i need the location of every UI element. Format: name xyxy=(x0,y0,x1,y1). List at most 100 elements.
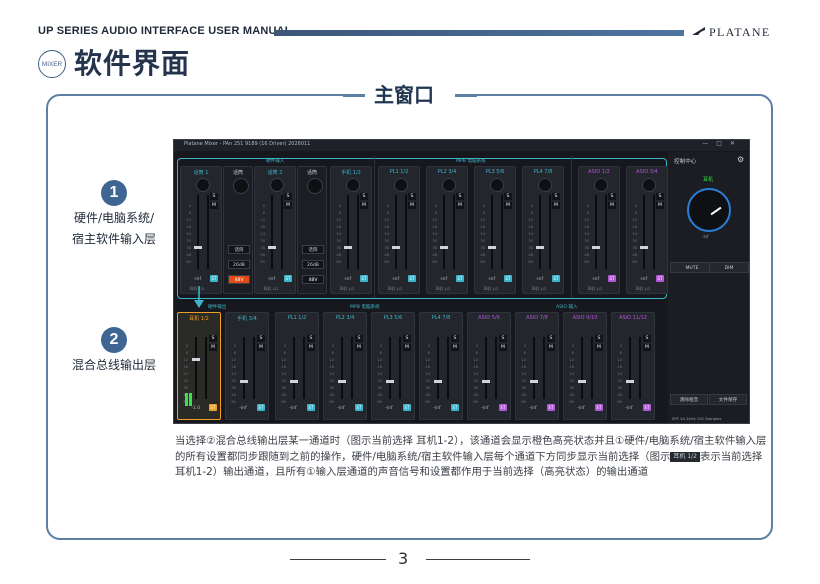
solo-button[interactable]: S xyxy=(355,334,363,342)
stereo-link-button[interactable]: ST xyxy=(547,403,555,411)
mic-gain-knob[interactable] xyxy=(233,178,249,194)
phantom-48v-button[interactable]: 48V xyxy=(302,275,324,284)
solo-button[interactable]: S xyxy=(284,192,292,200)
fader-handle[interactable] xyxy=(529,379,538,383)
stereo-link-button[interactable]: ST xyxy=(403,403,411,411)
solo-button[interactable]: S xyxy=(547,334,555,342)
mute-button[interactable]: M xyxy=(307,343,315,351)
channel-strip[interactable]: 耳机 1/20612182430364860SM-1.0ST xyxy=(177,312,221,420)
channel-strip[interactable]: PL1 1/2 0 6 12 18 24 30 36 48 60 S M -inf ST xyxy=(275,312,319,420)
channel-strip[interactable]: PL3 5/6 0 6 12 18 24 30 36 48 60 S M -inf ST xyxy=(371,312,415,420)
solo-button[interactable]: S xyxy=(451,334,459,342)
channel-strip[interactable]: ASIO 11/12 0 6 12 18 24 30 36 48 60 S M -inf ST xyxy=(611,312,655,420)
gain-26db-button[interactable]: 26dB xyxy=(228,260,250,269)
fader-handle[interactable] xyxy=(625,379,634,383)
fader-handle[interactable] xyxy=(239,379,248,383)
mute-button[interactable]: M xyxy=(355,343,363,351)
stereo-link-button[interactable]: ST xyxy=(451,403,459,411)
channel-strip[interactable]: 手机 1/2 0 6 12 18 24 30 36 48 60 S M -inf ST 耳机 1/2 xyxy=(330,166,372,294)
mute-button[interactable]: M xyxy=(408,201,416,209)
channel-strip[interactable]: 话筒 2 0 6 12 18 24 30 36 48 60 S M -inf ST 耳机 1/2 xyxy=(254,166,296,294)
mic-gain-knob[interactable] xyxy=(307,178,323,194)
gain-knob[interactable] xyxy=(442,178,456,192)
solo-button[interactable]: S xyxy=(499,334,507,342)
channel-strip[interactable]: PL3 5/6 0 6 12 18 24 30 36 48 60 S M -inf ST 耳机 1/2 xyxy=(474,166,516,294)
solo-button[interactable]: S xyxy=(643,334,651,342)
fader-handle[interactable] xyxy=(289,379,298,383)
mute-button[interactable]: M xyxy=(360,201,368,209)
fader-handle[interactable] xyxy=(439,246,448,250)
channel-strip[interactable]: ASIO 1/2 0 6 12 18 24 30 36 48 60 S M -inf ST 耳机 1/2 xyxy=(578,166,620,294)
solo-button[interactable]: S xyxy=(307,334,315,342)
phantom-48v-button[interactable]: 48V xyxy=(228,275,250,284)
solo-button[interactable]: S xyxy=(656,192,664,200)
fader-handle[interactable] xyxy=(535,246,544,250)
solo-button[interactable]: S xyxy=(210,192,218,200)
solo-button[interactable]: S xyxy=(360,192,368,200)
stereo-link-button[interactable]: ST xyxy=(456,274,464,282)
solo-button[interactable]: S xyxy=(608,192,616,200)
channel-strip[interactable]: PL1 1/2 0 6 12 18 24 30 36 48 60 S M -inf ST 耳机 1/2 xyxy=(378,166,420,294)
mute-button[interactable]: M xyxy=(643,343,651,351)
channel-strip[interactable]: ASIO 3/4 0 6 12 18 24 30 36 48 60 S M -inf ST 耳机 1/2 xyxy=(626,166,668,294)
fader-handle[interactable] xyxy=(639,246,648,250)
mute-button[interactable]: M xyxy=(456,201,464,209)
mute-button[interactable]: M xyxy=(209,343,217,351)
mute-button[interactable]: M xyxy=(403,343,411,351)
fader-handle[interactable] xyxy=(391,246,400,250)
fader-handle[interactable] xyxy=(591,246,600,250)
fader-handle[interactable] xyxy=(481,379,490,383)
mute-button[interactable]: M xyxy=(257,343,265,351)
mute-button[interactable]: M xyxy=(547,343,555,351)
solo-button[interactable]: S xyxy=(456,192,464,200)
solo-button[interactable]: S xyxy=(257,334,265,342)
solo-button[interactable]: S xyxy=(408,192,416,200)
gain-knob[interactable] xyxy=(538,178,552,192)
stereo-link-button[interactable]: ST xyxy=(360,274,368,282)
fader-handle[interactable] xyxy=(337,379,346,383)
solo-button[interactable]: S xyxy=(595,334,603,342)
fader-handle[interactable] xyxy=(267,246,276,250)
channel-strip[interactable]: ASIO 9/10 0 6 12 18 24 30 36 48 60 S M -inf ST xyxy=(563,312,607,420)
solo-button[interactable]: S xyxy=(209,334,217,342)
fader-handle[interactable] xyxy=(385,379,394,383)
solo-button[interactable]: S xyxy=(504,192,512,200)
fader-handle[interactable] xyxy=(343,246,352,250)
stereo-link-button[interactable]: ST xyxy=(307,403,315,411)
stereo-link-button[interactable]: ST xyxy=(656,274,664,282)
stereo-link-button[interactable]: ST xyxy=(210,274,218,282)
channel-strip[interactable]: 话筒 1 0 6 12 18 24 30 36 48 60 S M -inf ST 耳机 1/2 xyxy=(180,166,222,294)
stereo-link-button[interactable]: ST xyxy=(284,274,292,282)
solo-button[interactable]: S xyxy=(552,192,560,200)
stereo-link-button[interactable]: ST xyxy=(608,274,616,282)
channel-strip[interactable]: ASIO 7/8 0 6 12 18 24 30 36 48 60 S M -inf ST xyxy=(515,312,559,420)
stereo-link-button[interactable]: ST xyxy=(499,403,507,411)
channel-strip[interactable]: PL4 7/8 0 6 12 18 24 30 36 48 60 S M -inf ST 耳机 1/2 xyxy=(522,166,564,294)
fader-handle[interactable] xyxy=(487,246,496,250)
gain-knob[interactable] xyxy=(270,178,284,192)
stereo-link-button[interactable]: ST xyxy=(552,274,560,282)
stereo-link-button[interactable]: ST xyxy=(595,403,603,411)
stereo-link-button[interactable]: ST xyxy=(355,403,363,411)
mute-button[interactable]: M xyxy=(595,343,603,351)
mute-button[interactable]: M xyxy=(656,201,664,209)
stereo-link-button[interactable]: ST xyxy=(257,403,265,411)
stereo-link-button[interactable]: ST xyxy=(504,274,512,282)
gain-knob[interactable] xyxy=(642,178,656,192)
mute-button[interactable]: M xyxy=(499,343,507,351)
mute-button[interactable]: M xyxy=(552,201,560,209)
gain-knob[interactable] xyxy=(196,178,210,192)
channel-strip[interactable]: ASIO 5/6 0 6 12 18 24 30 36 48 60 S M -inf ST xyxy=(467,312,511,420)
gain-knob[interactable] xyxy=(394,178,408,192)
fader-handle[interactable] xyxy=(577,379,586,383)
mic-button[interactable]: 话筒 xyxy=(302,245,324,254)
mute-button[interactable]: M xyxy=(451,343,459,351)
fader-handle[interactable] xyxy=(193,246,202,250)
fader-handle[interactable] xyxy=(433,379,442,383)
window-controls[interactable]: —□✕ xyxy=(702,140,743,147)
gear-icon[interactable]: ⚙ xyxy=(737,156,745,164)
gain-26db-button[interactable]: 26dB xyxy=(302,260,324,269)
mute-button[interactable]: M xyxy=(608,201,616,209)
clear-mute-button[interactable]: 清除哑音 xyxy=(670,394,708,405)
stereo-link-button[interactable]: ST xyxy=(408,274,416,282)
